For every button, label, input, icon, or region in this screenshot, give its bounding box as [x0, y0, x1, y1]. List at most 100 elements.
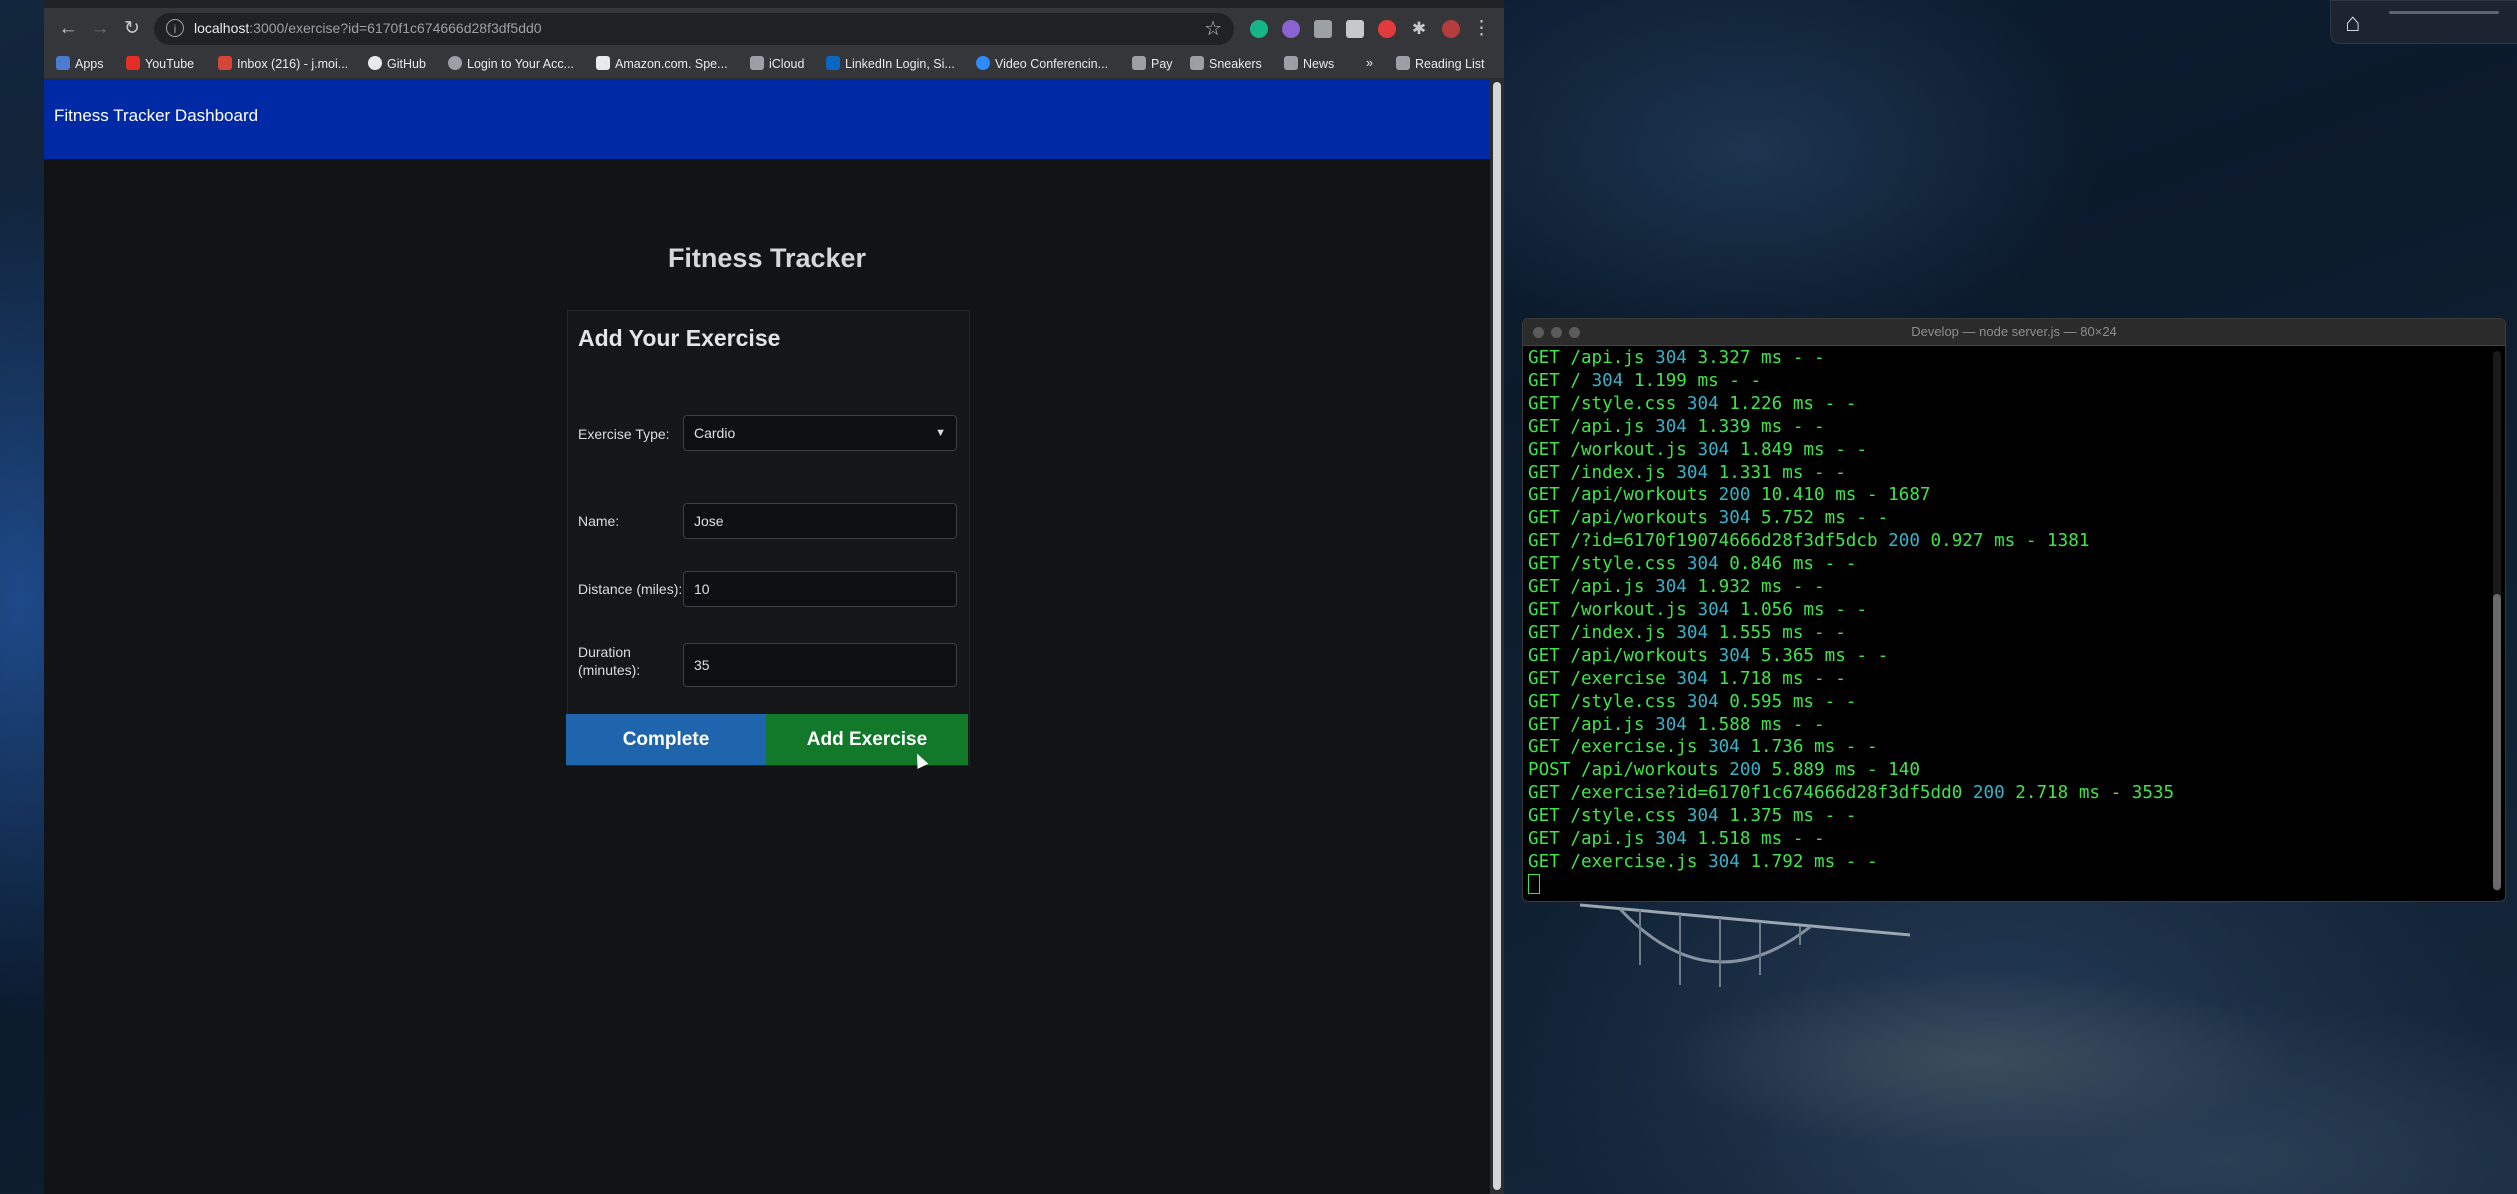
log-path: /style.css — [1570, 806, 1677, 827]
terminal-log-line: GET / 304 1.199 ms - - — [1528, 370, 2488, 393]
terminal-log-line: GET /api.js 304 1.339 ms - - — [1528, 416, 2488, 439]
bookmark-icloud[interactable]: iCloud — [750, 56, 804, 71]
log-timing: 1.375 ms - - — [1729, 806, 1857, 827]
bookmark-amazon[interactable]: Amazon.com. Spe... — [596, 56, 728, 71]
bookmark-linkedin[interactable]: LinkedIn Login, Si... — [826, 56, 955, 71]
log-status-code: 304 — [1697, 439, 1730, 460]
log-path: /index.js — [1570, 622, 1666, 643]
back-icon[interactable]: ← — [56, 17, 80, 41]
terminal-log-line: GET /exercise.js 304 1.792 ms - - — [1528, 851, 2488, 874]
globe-icon — [448, 56, 462, 70]
bookmarks-overflow-icon[interactable]: » — [1366, 56, 1373, 70]
menu-kebab-icon[interactable]: ⋮ — [1472, 17, 1491, 41]
log-path: /exercise.js — [1570, 851, 1698, 872]
home-icon[interactable]: ⌂ — [2345, 7, 2361, 38]
folder-icon — [1132, 56, 1146, 70]
browser-window: ← → ↻ i localhost:3000/exercise?id=6170f… — [44, 0, 1504, 1194]
log-status-code: 304 — [1676, 668, 1709, 689]
extension-clipboard-icon[interactable] — [1314, 20, 1332, 38]
bookmark-label: Apps — [75, 57, 104, 71]
address-bar[interactable]: i localhost:3000/exercise?id=6170f1c6746… — [154, 13, 1234, 45]
terminal-title: Develop — node server.js — 80×24 — [1911, 324, 2117, 339]
distance-input[interactable] — [683, 571, 957, 607]
log-status-code: 304 — [1686, 393, 1719, 414]
duration-label: Duration (minutes): — [578, 644, 641, 678]
bookmark-reading-list[interactable]: Reading List — [1396, 56, 1485, 71]
duration-input[interactable] — [683, 643, 957, 687]
wallpaper-bridge — [1580, 903, 1910, 987]
bookmark-github[interactable]: GitHub — [368, 56, 426, 71]
bookmark-youtube[interactable]: YouTube — [126, 56, 194, 71]
terminal-titlebar[interactable]: Develop — node server.js — 80×24 — [1523, 319, 2505, 346]
bookmark-label: iCloud — [769, 57, 805, 71]
log-path: /style.css — [1570, 554, 1677, 575]
bookmark-folder-sneakers[interactable]: Sneakers — [1190, 56, 1262, 71]
terminal-log-line: GET /api.js 304 1.932 ms - - — [1528, 576, 2488, 599]
log-status-code: 200 — [1888, 531, 1920, 552]
bookmark-label: Login to Your Acc... — [467, 57, 575, 71]
log-timing: 1.718 ms - - — [1718, 668, 1846, 689]
terminal-scrollbar-thumb[interactable] — [2493, 594, 2501, 890]
app-navbar: Fitness Tracker Dashboard — [44, 79, 1490, 159]
extension-red-icon[interactable] — [1378, 20, 1396, 38]
site-info-icon[interactable]: i — [166, 19, 184, 37]
profile-avatar[interactable] — [1442, 20, 1460, 38]
terminal-log-line: GET /style.css 304 0.846 ms - - — [1528, 553, 2488, 576]
page-title: Fitness Tracker — [667, 243, 867, 273]
terminal-prompt[interactable] — [1528, 873, 2488, 898]
name-input[interactable] — [683, 503, 957, 539]
extension-grammarly-icon[interactable] — [1250, 20, 1268, 38]
apple-icon — [750, 56, 764, 70]
reading-list-icon — [1396, 56, 1410, 70]
log-timing: 1.056 ms - - — [1739, 599, 1867, 620]
terminal-output[interactable]: GET /api.js 304 3.327 ms - - GET / 304 1.… — [1528, 347, 2488, 898]
page-scrollbar-thumb[interactable] — [1493, 82, 1501, 1190]
log-timing: 5.365 ms - - — [1761, 645, 1889, 666]
reload-icon[interactable]: ↻ — [120, 17, 144, 41]
log-timing: 1.518 ms - - — [1697, 829, 1825, 850]
url-text[interactable]: localhost:3000/exercise?id=6170f1c674666… — [194, 20, 542, 36]
log-timing: 5.889 ms - 140 — [1771, 760, 1920, 781]
bookmark-inbox[interactable]: Inbox (216) - j.moi... — [218, 56, 348, 71]
log-method: GET — [1528, 714, 1560, 735]
log-method: GET — [1528, 645, 1560, 666]
exercise-type-select[interactable]: Cardio ▼ — [683, 415, 957, 451]
log-method: GET — [1528, 622, 1560, 643]
log-method: GET — [1528, 554, 1560, 575]
log-status-code: 200 — [1729, 760, 1762, 781]
page-content: Fitness Tracker Add Your Exercise Exerci… — [44, 159, 1490, 1194]
bookmark-folder-pay[interactable]: Pay — [1132, 56, 1173, 71]
extensions-puzzle-icon[interactable]: ✱ — [1410, 20, 1428, 38]
log-path: /api.js — [1570, 714, 1645, 735]
log-path: /index.js — [1570, 462, 1666, 483]
log-timing: 1.736 ms - - — [1750, 737, 1878, 758]
log-method: GET — [1528, 370, 1560, 391]
terminal-cursor — [1528, 873, 1540, 894]
log-path: /exercise?id=6170f1c674666d28f3df5dd0 — [1570, 783, 1963, 804]
menubar-widget[interactable]: ⌂ — [2330, 0, 2517, 44]
tab-strip[interactable] — [44, 0, 1504, 8]
bookmark-apps[interactable]: Apps — [56, 56, 104, 71]
bookmark-folder-news[interactable]: News — [1284, 56, 1334, 71]
bookmark-login[interactable]: Login to Your Acc... — [448, 56, 574, 71]
bookmark-star-icon[interactable]: ☆ — [1204, 16, 1222, 41]
log-method: GET — [1528, 508, 1560, 529]
bookmark-video-conferencing[interactable]: Video Conferencin... — [976, 56, 1108, 71]
navbar-brand-link[interactable]: Fitness Tracker Dashboard — [54, 106, 258, 126]
terminal-log-line: GET /workout.js 304 1.849 ms - - — [1528, 439, 2488, 462]
log-status-code: 304 — [1655, 714, 1687, 735]
terminal-log-line: GET /api/workouts 200 10.410 ms - 1687 — [1528, 484, 2488, 507]
forward-icon[interactable]: → — [88, 17, 112, 41]
extension-screen-icon[interactable] — [1346, 20, 1364, 38]
complete-button[interactable]: Complete — [566, 714, 766, 765]
log-status-code: 304 — [1655, 348, 1687, 368]
extension-purple-icon[interactable] — [1282, 20, 1300, 38]
terminal-log-line: GET /?id=6170f19074666d28f3df5dcb 200 0.… — [1528, 530, 2488, 553]
log-method: GET — [1528, 599, 1560, 620]
add-exercise-button[interactable]: Add Exercise — [766, 714, 968, 765]
folder-icon — [1284, 56, 1298, 70]
log-method: GET — [1528, 416, 1560, 437]
url-host: localhost — [194, 20, 250, 36]
log-status-code: 304 — [1686, 691, 1719, 712]
log-path: /api/workouts — [1570, 485, 1709, 506]
